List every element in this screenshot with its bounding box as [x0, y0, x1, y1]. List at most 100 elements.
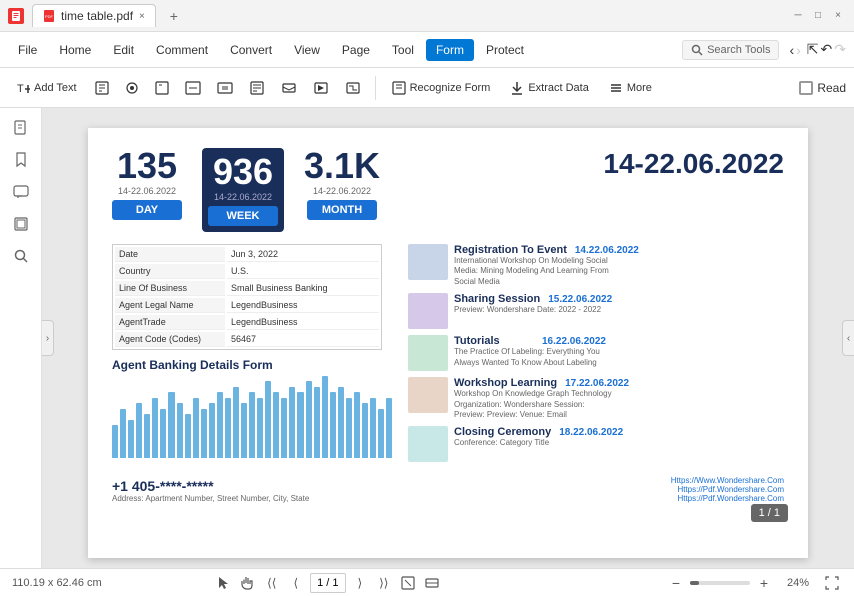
chart-bar [112, 425, 118, 458]
nav-fwd-btn[interactable]: › [796, 42, 801, 58]
nav-back-btn[interactable]: ‹ [789, 42, 794, 58]
chart-bar [225, 398, 231, 459]
toolbar-icon-9[interactable] [339, 77, 367, 99]
toolbar-icon-1[interactable] [89, 77, 115, 99]
panel-icon-search[interactable] [9, 244, 33, 268]
tab-close[interactable]: × [139, 11, 145, 22]
window-controls: ─ □ × [790, 8, 846, 24]
zoom-slider[interactable] [690, 581, 750, 585]
fullscreen-btn[interactable] [822, 573, 842, 593]
month-btn[interactable]: MONTH [307, 200, 377, 220]
zoom-controls: − + 24% [666, 573, 842, 593]
panel-icon-layers[interactable] [9, 212, 33, 236]
more-btn[interactable]: More [601, 77, 660, 99]
pdf-tab[interactable]: PDF time table.pdf × [32, 4, 156, 27]
menu-convert[interactable]: Convert [220, 39, 282, 61]
panel-icon-comment[interactable] [9, 180, 33, 204]
schedule-date: 16.22.06.2022 [542, 336, 632, 347]
schedule-desc: Workshop On Knowledge Graph Technology O… [454, 389, 614, 420]
external-link-btn[interactable]: ⇱ [807, 41, 819, 58]
extract-icon [510, 81, 524, 95]
toolbar-icon-7[interactable] [275, 77, 303, 99]
menu-file[interactable]: File [8, 39, 47, 61]
zoom-in-btn[interactable]: + [754, 573, 774, 593]
schedule-image [408, 335, 448, 371]
hand-tool-btn[interactable] [238, 573, 258, 593]
search-icon [691, 44, 703, 56]
schedule-image [408, 377, 448, 413]
redo-btn[interactable]: ↷ [834, 41, 846, 58]
table-cell-label: Agent Legal Name [115, 298, 225, 313]
cursor-tool-btn[interactable] [214, 573, 234, 593]
website-1: Https://Www.Wondershare.Com [671, 476, 784, 485]
fit-page-btn[interactable] [398, 573, 418, 593]
day-btn[interactable]: DAY [112, 200, 182, 220]
left-content: DateJun 3, 2022CountryU.S.Line Of Busine… [112, 244, 392, 468]
panel-icon-bookmark[interactable] [9, 148, 33, 172]
undo-btn[interactable]: ↶ [821, 41, 833, 58]
chart-bar [160, 409, 166, 459]
stat-date-3: 14-22.06.2022 [304, 186, 380, 196]
menu-tool[interactable]: Tool [382, 39, 424, 61]
toolbar-icon-2[interactable] [119, 77, 145, 99]
stat-num-2: 936 [208, 154, 278, 190]
menu-edit[interactable]: Edit [103, 39, 144, 61]
phone-number: +1 405-****-***** [112, 478, 309, 494]
new-tab-btn[interactable]: + [164, 6, 184, 26]
read-container: Read [799, 81, 846, 95]
close-btn[interactable]: × [830, 8, 846, 24]
read-checkbox[interactable] [799, 81, 813, 95]
recognize-form-label: Recognize Form [410, 82, 491, 94]
nav-first-btn[interactable]: ⟨⟨ [262, 573, 282, 593]
menu-comment[interactable]: Comment [146, 39, 218, 61]
panel-icon-page[interactable] [9, 116, 33, 140]
menu-home[interactable]: Home [49, 39, 101, 61]
menu-protect[interactable]: Protect [476, 39, 534, 61]
nav-prev-btn[interactable]: ⟨ [286, 573, 306, 593]
chart-bar [201, 409, 207, 459]
toolbar-icon-3[interactable] [149, 77, 175, 99]
footer-section: +1 405-****-***** Address: Apartment Num… [112, 476, 784, 503]
minimize-btn[interactable]: ─ [790, 8, 806, 24]
extract-data-btn[interactable]: Extract Data [502, 77, 597, 99]
read-label: Read [817, 81, 846, 95]
toolbar-sep-1 [375, 76, 376, 100]
menu-page[interactable]: Page [332, 39, 380, 61]
toolbar-icon-5[interactable] [211, 77, 239, 99]
chart-bar [322, 376, 328, 459]
add-text-icon: T [16, 81, 30, 95]
schedule-title: Workshop Learning [454, 377, 557, 389]
app-icon [8, 8, 24, 24]
right-collapse-btn[interactable]: ‹ [842, 320, 854, 356]
stat-num-1: 135 [112, 148, 182, 184]
add-text-btn[interactable]: T Add Text [8, 77, 85, 99]
menu-form[interactable]: Form [426, 39, 474, 61]
table-cell-value: LegendBusiness [227, 298, 379, 313]
fit-width-btn[interactable] [422, 573, 442, 593]
search-tools-bar: Search Tools [682, 40, 779, 60]
recognize-form-btn[interactable]: Recognize Form [384, 77, 499, 99]
chart-bar [168, 392, 174, 458]
nav-next-btn[interactable]: ⟩ [350, 573, 370, 593]
stats-row: 135 14-22.06.2022 DAY 936 14-22.06.2022 … [112, 148, 784, 232]
stat-box-3: 3.1K 14-22.06.2022 MONTH [304, 148, 380, 220]
add-text-label: Add Text [34, 82, 77, 94]
toolbar-icon-6[interactable] [243, 77, 271, 99]
schedule-date: 15.22.06.2022 [548, 294, 638, 305]
schedule-desc: Preview: Wondershare Date: 2022 - 2022 [454, 305, 614, 315]
svg-text:T: T [17, 83, 24, 95]
zoom-out-btn[interactable]: − [666, 573, 686, 593]
toolbar-icon-4[interactable] [179, 77, 207, 99]
week-btn[interactable]: WEEK [208, 206, 278, 226]
table-cell-value: 56467 [227, 332, 379, 347]
left-collapse-btn[interactable]: › [42, 320, 54, 356]
maximize-btn[interactable]: □ [810, 8, 826, 24]
recognize-icon [392, 81, 406, 95]
toolbar-icon-8[interactable] [307, 77, 335, 99]
nav-last-btn[interactable]: ⟩⟩ [374, 573, 394, 593]
page-input[interactable] [310, 573, 346, 593]
menu-view[interactable]: View [284, 39, 330, 61]
chart-bar [177, 403, 183, 458]
chart-bar [314, 387, 320, 459]
chart-bar [185, 414, 191, 458]
